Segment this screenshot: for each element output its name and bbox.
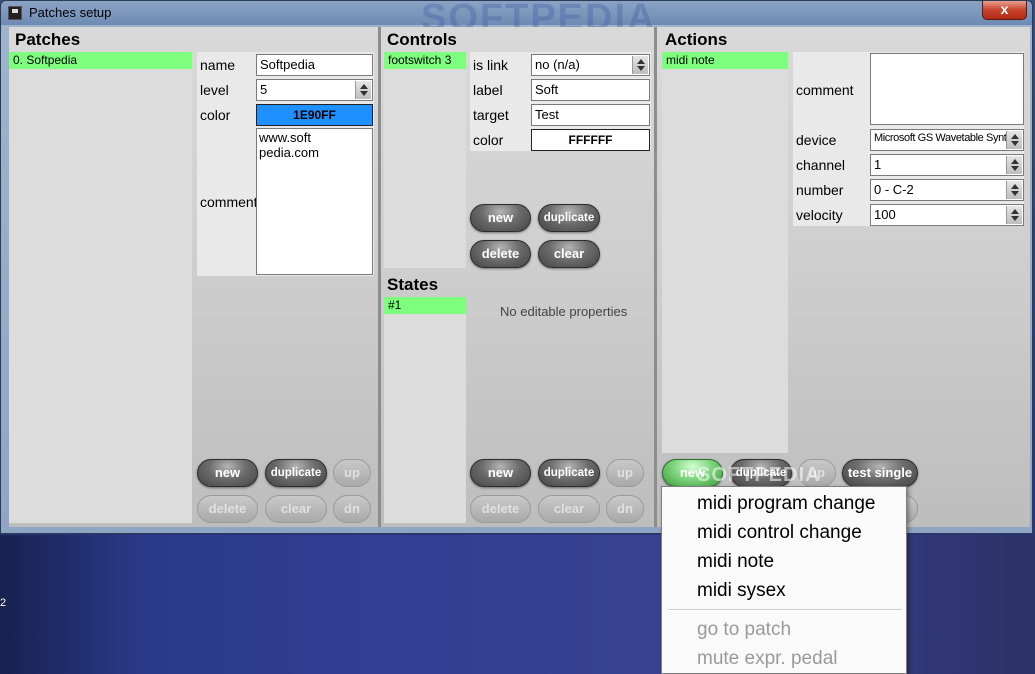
states-title: States	[387, 275, 439, 294]
action-channel-value: 1	[874, 157, 882, 172]
control-color-label: color	[473, 132, 504, 148]
state-up-button[interactable]: up	[606, 459, 644, 487]
spinner-arrows-icon[interactable]	[632, 56, 648, 74]
close-button[interactable]: x	[982, 1, 1027, 20]
action-device-value: Microsoft GS Wavetable Synth	[874, 132, 1013, 144]
menu-item-go-to-patch[interactable]: go to patch	[697, 619, 791, 641]
patch-new-button[interactable]: new	[197, 459, 258, 487]
menu-item-midi-note[interactable]: midi note	[697, 551, 774, 573]
controls-panel: Controls footswitch 3 is link no (n/a) l…	[381, 27, 654, 527]
actions-panel: Actions midi note comment device Microso…	[657, 27, 1030, 527]
no-properties-note: No editable properties	[500, 304, 628, 319]
patch-color-swatch[interactable]: 1E90FF	[256, 104, 373, 126]
action-comment-label: comment	[796, 82, 854, 98]
patch-color-label: color	[200, 107, 231, 123]
action-velocity-select[interactable]: 100	[870, 204, 1024, 226]
title-bar[interactable]: Patches setup SOFTPEDIA x	[1, 0, 1032, 39]
state-delete-button[interactable]: delete	[470, 495, 531, 523]
control-islink-select[interactable]: no (n/a)	[531, 54, 650, 76]
controls-title: Controls	[387, 30, 457, 49]
desktop-glyph: 2	[0, 597, 7, 609]
patch-level-select[interactable]: 5	[256, 79, 373, 101]
control-delete-button[interactable]: delete	[470, 240, 531, 268]
spinner-arrows-icon[interactable]	[1006, 131, 1022, 149]
patches-title: Patches	[15, 30, 81, 49]
action-comment-field[interactable]	[870, 53, 1024, 125]
patches-setup-window: Patches setup SOFTPEDIA x Patches 0. Sof…	[0, 0, 1033, 534]
state-clear-button[interactable]: clear	[538, 495, 600, 523]
state-dn-button[interactable]: dn	[606, 495, 644, 523]
patches-panel: Patches 0. Softpedia name Softpedia leve…	[9, 27, 378, 527]
patches-list[interactable]: 0. Softpedia	[9, 52, 192, 523]
control-label-field[interactable]: Soft	[531, 79, 650, 101]
menu-item-midi-sysex[interactable]: midi sysex	[697, 580, 786, 602]
patch-properties: name Softpedia level 5 color 1E90FF comm…	[197, 52, 374, 276]
action-channel-select[interactable]: 1	[870, 154, 1024, 176]
state-duplicate-button[interactable]: duplicate	[538, 459, 600, 487]
patch-comment-field[interactable]: www.soft pedia.com	[256, 128, 373, 275]
control-label-label: label	[473, 82, 503, 98]
spinner-arrows-icon[interactable]	[1006, 181, 1022, 199]
app-icon	[8, 6, 22, 20]
controls-list[interactable]: footswitch 3	[384, 52, 466, 268]
window-title: Patches setup	[29, 5, 112, 20]
actions-title: Actions	[665, 30, 728, 49]
control-color-swatch[interactable]: FFFFFF	[531, 129, 650, 151]
patch-list-item[interactable]: 0. Softpedia	[9, 52, 192, 69]
patch-level-label: level	[200, 82, 229, 98]
control-duplicate-button[interactable]: duplicate	[538, 204, 600, 232]
patch-name-label: name	[200, 57, 236, 73]
menu-item-midi-program-change[interactable]: midi program change	[697, 493, 875, 515]
spinner-arrows-icon[interactable]	[1006, 156, 1022, 174]
control-target-field[interactable]: Test	[531, 104, 650, 126]
patch-up-button[interactable]: up	[333, 459, 371, 487]
control-islink-value: no (n/a)	[535, 57, 580, 72]
state-list-item[interactable]: #1	[384, 297, 466, 314]
action-velocity-label: velocity	[796, 207, 843, 223]
action-properties: comment device Microsoft GS Wavetable Sy…	[793, 52, 1024, 226]
action-channel-label: channel	[796, 157, 846, 173]
control-target-label: target	[473, 107, 509, 123]
watermark-overlay: SOFTPEDIA	[697, 464, 821, 486]
patch-clear-button[interactable]: clear	[265, 495, 327, 523]
spinner-arrows-icon[interactable]	[355, 81, 371, 99]
spinner-arrows-icon[interactable]	[1006, 206, 1022, 224]
patch-dn-button[interactable]: dn	[333, 495, 371, 523]
control-properties: is link no (n/a) label Soft target Test …	[470, 52, 651, 151]
client-area: Patches 0. Softpedia name Softpedia leve…	[9, 27, 1030, 527]
action-number-value: 0 - C-2	[874, 182, 914, 197]
patch-delete-button[interactable]: delete	[197, 495, 258, 523]
states-list[interactable]: #1	[384, 297, 466, 523]
patch-comment-label: comment	[200, 194, 258, 210]
actions-list[interactable]: midi note	[662, 52, 788, 453]
menu-separator	[668, 609, 902, 611]
action-device-select[interactable]: Microsoft GS Wavetable Synth	[870, 129, 1024, 151]
patch-name-field[interactable]: Softpedia	[256, 54, 373, 76]
action-velocity-value: 100	[874, 207, 896, 222]
action-list-item[interactable]: midi note	[662, 52, 788, 69]
menu-item-mute-expr-pedal[interactable]: mute expr. pedal	[697, 648, 837, 670]
action-number-label: number	[796, 182, 844, 198]
state-new-button[interactable]: new	[470, 459, 531, 487]
action-device-label: device	[796, 132, 837, 148]
control-new-button[interactable]: new	[470, 204, 531, 232]
patch-duplicate-button[interactable]: duplicate	[265, 459, 327, 487]
action-number-select[interactable]: 0 - C-2	[870, 179, 1024, 201]
action-test-single-button[interactable]: test single	[842, 459, 918, 487]
control-list-item[interactable]: footswitch 3	[384, 52, 466, 69]
new-action-menu[interactable]: midi program change midi control change …	[661, 486, 907, 674]
control-clear-button[interactable]: clear	[538, 240, 600, 268]
patch-level-value: 5	[260, 82, 268, 97]
menu-item-midi-control-change[interactable]: midi control change	[697, 522, 862, 544]
control-islink-label: is link	[473, 57, 509, 73]
